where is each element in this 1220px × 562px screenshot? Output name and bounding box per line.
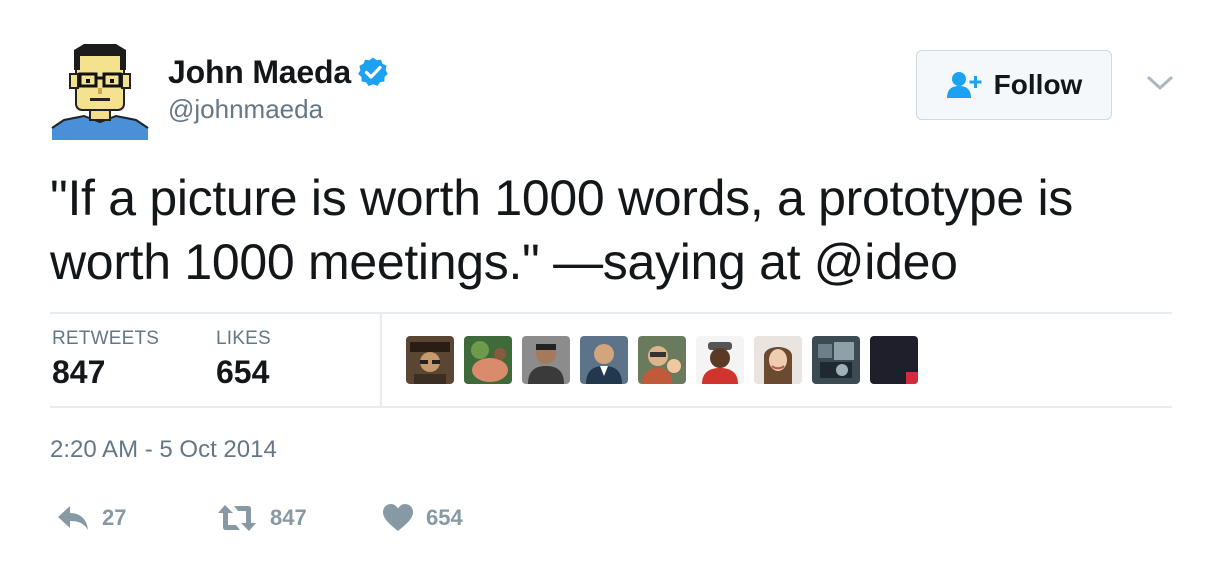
verified-badge-icon [358, 57, 388, 86]
add-user-icon [946, 72, 982, 98]
user-photo-icon [696, 336, 744, 384]
stats-divider-top [50, 312, 1172, 314]
stats-separator [380, 314, 382, 406]
likes-stat[interactable]: LIKES 654 [216, 328, 271, 391]
tweet-text-line: "If a picture is worth 1000 words, a pro… [50, 170, 1073, 226]
reply-count: 27 [102, 505, 127, 530]
user-photo-icon [522, 336, 570, 384]
liker-avatar[interactable] [464, 336, 512, 384]
liker-avatar[interactable] [812, 336, 860, 384]
tweet-timestamp[interactable]: 2:20 AM - 5 Oct 2014 [50, 436, 277, 464]
user-photo-icon [406, 336, 454, 384]
like-count: 654 [426, 505, 463, 530]
user-photo-icon [638, 336, 686, 384]
liker-avatar[interactable] [870, 336, 918, 384]
author-display-name[interactable]: John Maeda [168, 54, 351, 91]
likes-label: LIKES [216, 328, 271, 349]
retweet-count: 847 [270, 505, 307, 530]
liker-avatar[interactable] [522, 336, 570, 384]
user-photo-icon [870, 336, 918, 384]
author-handle[interactable]: @johnmaeda [168, 94, 323, 125]
tweet-text-line: worth 1000 meetings." —saying at @ideo [50, 234, 958, 290]
reply-action[interactable]: 27 [56, 500, 126, 536]
stats-divider-bottom [50, 406, 1172, 408]
heart-icon [383, 504, 413, 531]
retweets-stat[interactable]: RETWEETS 847 [52, 328, 159, 391]
retweet-icon [218, 505, 256, 531]
liker-avatar[interactable] [406, 336, 454, 384]
follow-button-label: Follow [993, 69, 1083, 100]
author-name-row: John Maeda [168, 52, 389, 92]
user-photo-icon [464, 336, 512, 384]
liker-avatar[interactable] [638, 336, 686, 384]
chevron-down-icon[interactable] [1146, 72, 1174, 94]
likes-count: 654 [216, 354, 270, 390]
reply-icon [58, 506, 88, 530]
liker-avatar[interactable] [754, 336, 802, 384]
like-action[interactable]: 654 [382, 500, 463, 536]
user-photo-icon [580, 336, 628, 384]
user-photo-icon [812, 336, 860, 384]
liker-avatar[interactable] [696, 336, 744, 384]
pixel-art-avatar-icon [51, 44, 149, 140]
follow-button[interactable]: Follow [916, 50, 1112, 120]
retweet-action[interactable]: 847 [216, 500, 307, 536]
liker-avatar[interactable] [580, 336, 628, 384]
retweets-label: RETWEETS [52, 328, 160, 349]
author-avatar[interactable] [50, 40, 150, 140]
tweet-text: "If a picture is worth 1000 words, a pro… [50, 166, 1180, 294]
user-photo-icon [754, 336, 802, 384]
retweets-count: 847 [52, 354, 106, 390]
